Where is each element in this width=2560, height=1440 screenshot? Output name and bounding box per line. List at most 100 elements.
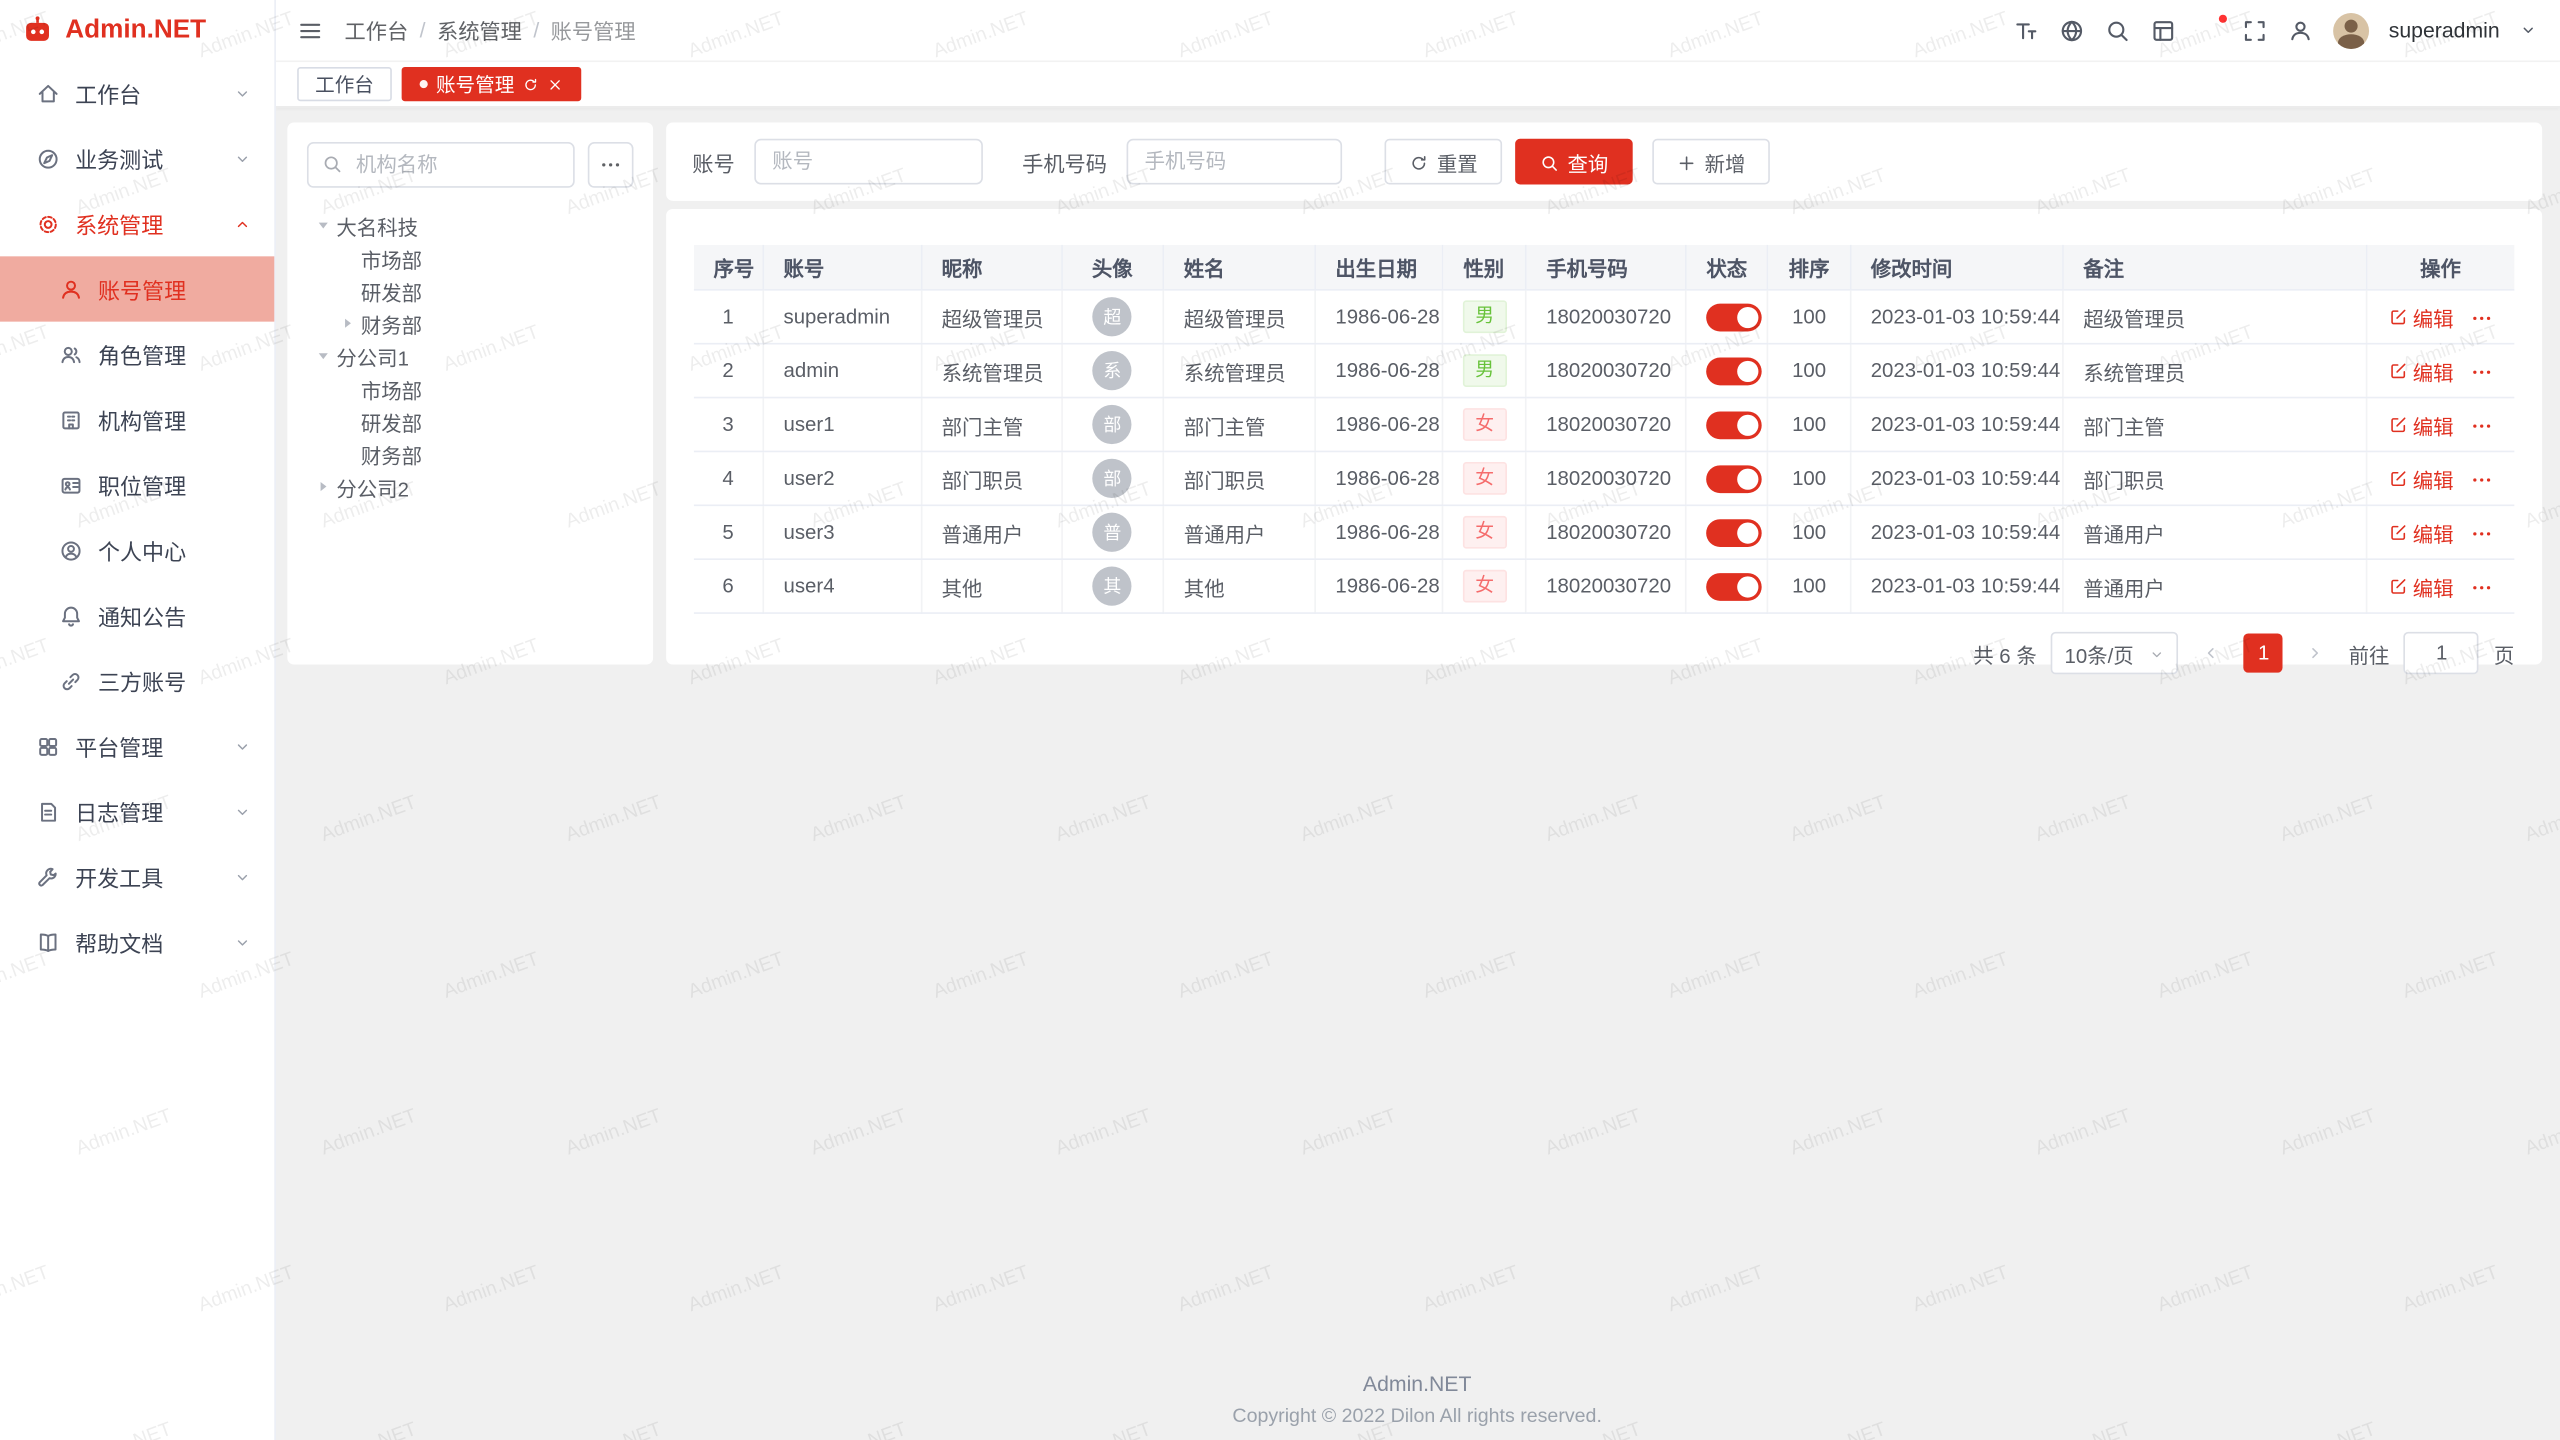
sidebar-item-2-2[interactable]: 机构管理 bbox=[0, 387, 274, 452]
breadcrumb-item-system[interactable]: 系统管理 bbox=[437, 15, 522, 46]
app-root: Admin.NET 工作台业务测试系统管理账号管理角色管理机构管理职位管理个人中… bbox=[0, 0, 2560, 1440]
tree-node-3[interactable]: 财务部 bbox=[307, 307, 634, 340]
role-icon bbox=[59, 342, 83, 366]
person-button[interactable] bbox=[2288, 17, 2314, 43]
sidebar-item-4[interactable]: 日志管理 bbox=[0, 779, 274, 844]
cell-index: 3 bbox=[694, 398, 763, 452]
cell-modified-time: 2023-01-03 10:59:44 bbox=[1850, 344, 2063, 398]
sidebar-item-2-6[interactable]: 三方账号 bbox=[0, 648, 274, 713]
tab-close-icon[interactable] bbox=[547, 76, 563, 92]
sidebar-item-1[interactable]: 业务测试 bbox=[0, 126, 274, 191]
log-icon bbox=[36, 799, 60, 823]
status-toggle[interactable] bbox=[1706, 411, 1762, 439]
logo-icon bbox=[21, 14, 54, 47]
edit-button[interactable]: 编辑 bbox=[2388, 571, 2453, 602]
cell-gender: 女 bbox=[1442, 398, 1526, 452]
status-toggle[interactable] bbox=[1706, 303, 1762, 331]
user-menu-chevron-down-icon[interactable] bbox=[2519, 21, 2537, 39]
tab-account-management[interactable]: 账号管理 bbox=[402, 67, 582, 101]
sidebar-item-3[interactable]: 平台管理 bbox=[0, 713, 274, 778]
tree-node-0[interactable]: 大名科技 bbox=[307, 209, 634, 242]
notification-button[interactable] bbox=[2196, 17, 2222, 43]
cell-phone: 18020030720 bbox=[1526, 344, 1686, 398]
tree-node-8[interactable]: 分公司2 bbox=[307, 470, 634, 503]
sidebar-item-2-0[interactable]: 账号管理 bbox=[0, 256, 274, 321]
row-more-button[interactable] bbox=[2470, 469, 2493, 492]
tab-workbench[interactable]: 工作台 bbox=[297, 67, 392, 101]
sidebar-item-6[interactable]: 帮助文档 bbox=[0, 909, 274, 974]
cell-birth-date: 1986-06-28 bbox=[1315, 344, 1442, 398]
add-button[interactable]: 新增 bbox=[1652, 139, 1770, 185]
org-search-box bbox=[307, 142, 575, 188]
sidebar-item-2-4[interactable]: 个人中心 bbox=[0, 518, 274, 583]
search-button[interactable] bbox=[2105, 17, 2131, 43]
person-icon bbox=[2288, 17, 2314, 43]
sidebar-item-0[interactable]: 工作台 bbox=[0, 60, 274, 125]
sidebar-item-2-5[interactable]: 通知公告 bbox=[0, 583, 274, 648]
sidebar-item-5[interactable]: 开发工具 bbox=[0, 844, 274, 909]
status-toggle[interactable] bbox=[1706, 572, 1762, 600]
row-more-button[interactable] bbox=[2470, 361, 2493, 384]
sidebar: Admin.NET 工作台业务测试系统管理账号管理角色管理机构管理职位管理个人中… bbox=[0, 0, 276, 1440]
sidebar-item-2-3[interactable]: 职位管理 bbox=[0, 452, 274, 517]
tree-node-7[interactable]: 财务部 bbox=[307, 438, 634, 471]
collapse-menu-button[interactable] bbox=[297, 17, 323, 43]
sidebar-item-2[interactable]: 系统管理 bbox=[0, 191, 274, 256]
prev-page-button[interactable] bbox=[2193, 633, 2229, 672]
page-size-select[interactable]: 10条/页 bbox=[2051, 632, 2178, 674]
status-toggle[interactable] bbox=[1706, 357, 1762, 385]
cell-status bbox=[1686, 344, 1768, 398]
edit-button[interactable]: 编辑 bbox=[2388, 355, 2453, 386]
row-more-button[interactable] bbox=[2470, 522, 2493, 545]
edit-label: 编辑 bbox=[2413, 571, 2454, 602]
caret-right-icon bbox=[338, 313, 358, 333]
edit-button[interactable]: 编辑 bbox=[2388, 301, 2453, 332]
tree-node-label: 分公司2 bbox=[336, 471, 409, 502]
tree-node-label: 市场部 bbox=[361, 242, 422, 273]
org-more-button[interactable] bbox=[588, 142, 634, 188]
page-number-1[interactable]: 1 bbox=[2244, 633, 2283, 672]
pagination: 共 6 条 10条/页 1 前往 页 bbox=[694, 632, 2514, 674]
cell-gender: 女 bbox=[1442, 451, 1526, 505]
reset-button[interactable]: 重置 bbox=[1385, 139, 1503, 185]
tab-refresh-icon[interactable] bbox=[523, 76, 539, 92]
edit-label: 编辑 bbox=[2413, 301, 2454, 332]
theme-button[interactable] bbox=[2150, 17, 2176, 43]
chev-right-icon bbox=[2306, 643, 2326, 663]
username[interactable]: superadmin bbox=[2389, 18, 2500, 42]
status-toggle[interactable] bbox=[1706, 465, 1762, 493]
goto-page-input[interactable] bbox=[2404, 632, 2479, 674]
gender-tag: 女 bbox=[1462, 516, 1507, 549]
font-size-button[interactable] bbox=[2013, 17, 2039, 43]
edit-button[interactable]: 编辑 bbox=[2388, 463, 2453, 494]
fullscreen-button[interactable] bbox=[2242, 17, 2268, 43]
sidebar-item-2-1[interactable]: 角色管理 bbox=[0, 322, 274, 387]
cell-gender: 女 bbox=[1442, 505, 1526, 559]
notification-badge bbox=[2219, 14, 2227, 22]
account-filter-input[interactable] bbox=[754, 139, 983, 185]
next-page-button[interactable] bbox=[2298, 633, 2334, 672]
user-avatar[interactable] bbox=[2333, 12, 2369, 48]
tree-node-label: 研发部 bbox=[361, 406, 422, 437]
status-toggle[interactable] bbox=[1706, 518, 1762, 546]
breadcrumb-item-workbench[interactable]: 工作台 bbox=[344, 15, 408, 46]
row-more-button[interactable] bbox=[2470, 576, 2493, 599]
tree-node-4[interactable]: 分公司1 bbox=[307, 340, 634, 373]
query-button[interactable]: 查询 bbox=[1515, 139, 1633, 185]
add-label: 新增 bbox=[1705, 146, 1746, 177]
tree-node-2[interactable]: 研发部 bbox=[307, 274, 634, 307]
cell-avatar: 其 bbox=[1061, 559, 1163, 613]
org-search-input[interactable] bbox=[353, 152, 560, 178]
cell-sort: 100 bbox=[1768, 559, 1850, 613]
tree-node-5[interactable]: 市场部 bbox=[307, 372, 634, 405]
edit-button[interactable]: 编辑 bbox=[2388, 409, 2453, 440]
more-icon bbox=[599, 153, 622, 176]
language-button[interactable] bbox=[2059, 17, 2085, 43]
edit-button[interactable]: 编辑 bbox=[2388, 517, 2453, 548]
tree-node-1[interactable]: 市场部 bbox=[307, 242, 634, 275]
chev-down-icon bbox=[2519, 21, 2537, 39]
phone-filter-input[interactable] bbox=[1127, 139, 1343, 185]
row-more-button[interactable] bbox=[2470, 415, 2493, 438]
row-more-button[interactable] bbox=[2470, 307, 2493, 330]
tree-node-6[interactable]: 研发部 bbox=[307, 405, 634, 438]
